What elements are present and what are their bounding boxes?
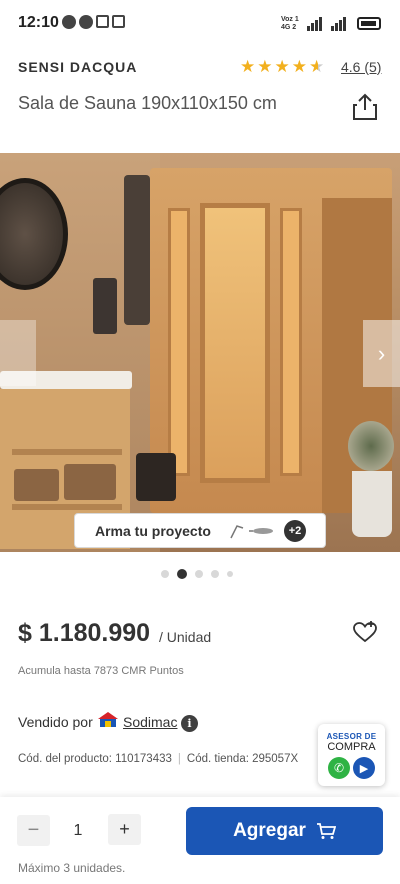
facebook-notification-icon: [79, 15, 93, 29]
build-project-bar[interactable]: Arma tu proyecto +2: [74, 513, 326, 548]
rating-stars[interactable]: ★ ★ ★ ★ ★: [240, 58, 324, 75]
divider: |: [177, 753, 181, 765]
quantity-increase-button[interactable]: +: [108, 814, 141, 845]
product-title: Sala de Sauna 190x110x150 cm: [18, 93, 277, 113]
notification-icons: [62, 15, 125, 29]
pagination-dot-active[interactable]: [177, 569, 187, 579]
shower-accessories-icon: [230, 525, 273, 539]
cmr-points-text: Acumula hasta 7873 CMR Puntos: [18, 665, 184, 677]
sold-by-label: Vendido por: [18, 714, 93, 730]
add-to-cart-button[interactable]: Agregar: [186, 807, 383, 855]
product-code: Cód. del producto: 110173433: [18, 753, 172, 765]
advisor-subtitle: COMPRA: [327, 741, 376, 753]
network-text-bottom: 4G 2: [281, 24, 297, 31]
purchase-advisor-widget[interactable]: ASESOR DE COMPRA ✆ ▶: [318, 724, 385, 786]
pagination-dot[interactable]: [227, 571, 233, 577]
star-icon: ★: [291, 57, 307, 76]
gmail-notification-icon: [112, 15, 125, 28]
star-icon: ★: [257, 57, 273, 76]
network-indicator: Voz 1 4G 2: [281, 16, 299, 32]
seller-link[interactable]: Sodimac: [123, 714, 177, 730]
battery-icon: [357, 17, 381, 30]
status-bar: 12:10 Voz 1 4G 2: [0, 0, 400, 48]
more-items-badge: +2: [284, 520, 306, 542]
pagination-dot[interactable]: [211, 570, 219, 578]
gallery-next-button[interactable]: ›: [363, 320, 400, 387]
towel-illustration: [124, 175, 150, 325]
add-to-wishlist-heart-icon[interactable]: [352, 620, 378, 644]
chevron-right-icon: ›: [377, 340, 386, 366]
pagination-dot[interactable]: [161, 570, 169, 578]
price-unit: / Unidad: [159, 629, 212, 645]
signal-icon: [307, 17, 346, 31]
gallery-prev-button[interactable]: [0, 320, 36, 386]
status-time: 12:10: [18, 14, 59, 31]
product-codes: Cód. del producto: 110173433 | Cód. tien…: [18, 753, 298, 765]
quantity-decrease-button[interactable]: −: [17, 815, 50, 846]
product-image[interactable]: [0, 153, 400, 552]
build-project-label: Arma tu proyecto: [95, 522, 211, 539]
product-price: $ 1.180.990: [18, 619, 151, 647]
gmail-notification-icon: [96, 15, 109, 28]
whatsapp-icon[interactable]: ✆: [328, 757, 350, 779]
rating-link[interactable]: 4.6 (5): [341, 59, 381, 75]
star-icon: ★: [274, 57, 290, 76]
quantity-value[interactable]: 1: [66, 822, 90, 840]
cart-icon: [316, 823, 336, 839]
brand-name[interactable]: SENSI DACQUA: [18, 59, 137, 75]
store-code: Cód. tienda: 295057X: [186, 753, 299, 765]
info-icon[interactable]: i: [181, 715, 198, 732]
gallery-pagination: [161, 569, 233, 579]
chat-notification-icon: [62, 15, 76, 29]
share-icon[interactable]: [352, 93, 378, 121]
half-star-icon: ★: [309, 57, 325, 76]
star-icon: ★: [240, 57, 256, 76]
advisor-title: ASESOR DE: [326, 732, 377, 741]
max-units-note: Máximo 3 unidades.: [18, 861, 126, 875]
pagination-dot[interactable]: [195, 570, 203, 578]
sodimac-logo-icon: [98, 712, 118, 727]
video-call-icon[interactable]: ▶: [353, 757, 375, 779]
network-text-top: Voz 1: [281, 16, 299, 23]
add-to-cart-label: Agregar: [233, 820, 306, 841]
